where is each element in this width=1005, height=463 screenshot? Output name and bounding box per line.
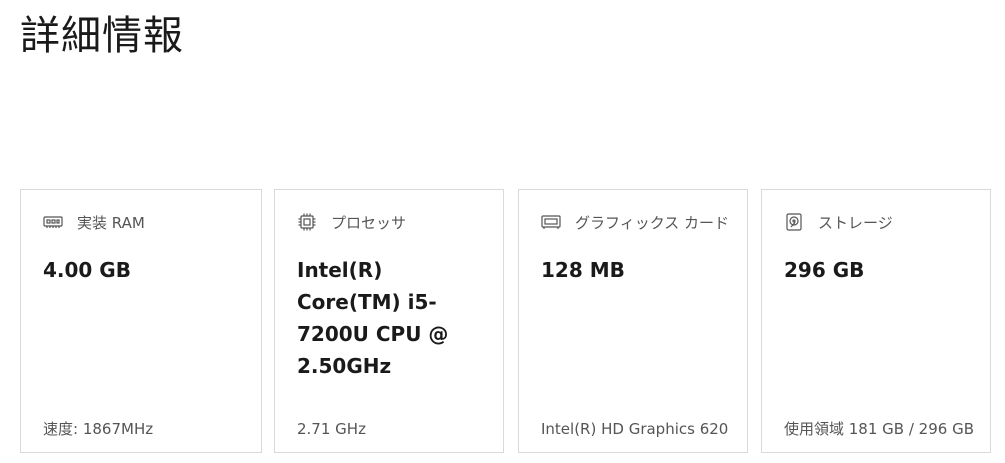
card-ram-footer: 速度: 1867MHz (43, 420, 154, 438)
card-graphics-footer: Intel(R) HD Graphics 620 (541, 420, 729, 438)
card-ram-value: 4.00 GB (43, 258, 131, 282)
card-processor-footer: 2.71 GHz (297, 420, 366, 438)
card-processor: プロセッサ Intel(R) Core(TM) i5-7200U CPU @ 2… (274, 189, 504, 453)
storage-icon (784, 212, 804, 232)
processor-icon (297, 212, 317, 232)
card-graphics-value: 128 MB (541, 258, 625, 282)
card-storage-footer: 使用領域 181 GB / 296 GB (784, 420, 974, 438)
card-processor-label: プロセッサ (331, 213, 407, 232)
card-storage-value: 296 GB (784, 258, 865, 282)
card-ram-label: 実装 RAM (77, 213, 145, 232)
card-storage: ストレージ 296 GB 使用領域 181 GB / 296 GB (761, 189, 991, 453)
card-processor-value: Intel(R) Core(TM) i5-7200U CPU @ 2.50GHz (297, 258, 449, 378)
card-graphics-header: グラフィックス カード (541, 210, 729, 234)
card-storage-header: ストレージ (784, 210, 893, 234)
card-graphics: グラフィックス カード 128 MB Intel(R) HD Graphics … (518, 189, 748, 453)
card-ram-header: 実装 RAM (43, 210, 145, 234)
card-processor-header: プロセッサ (297, 210, 406, 234)
card-graphics-label: グラフィックス カード (575, 213, 730, 232)
card-ram: 実装 RAM 4.00 GB 速度: 1867MHz (20, 189, 262, 453)
card-storage-label: ストレージ (818, 213, 893, 232)
memory-icon (43, 212, 63, 232)
graphics-card-icon (541, 212, 561, 232)
page-title: 詳細情報 (20, 13, 184, 59)
